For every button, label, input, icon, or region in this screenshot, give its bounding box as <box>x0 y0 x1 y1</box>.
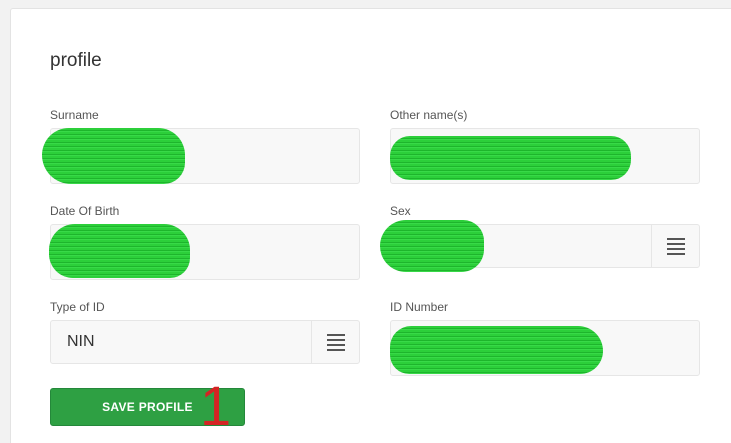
date-of-birth-redaction <box>49 224 190 278</box>
hamburger-menu-icon <box>326 334 345 351</box>
id-number-redaction <box>390 326 603 374</box>
sex-select-toggle[interactable] <box>651 225 699 267</box>
sex-redaction <box>380 220 484 272</box>
type-of-id-value: NIN <box>67 333 95 350</box>
annotation-number: 1 <box>200 374 232 437</box>
date-of-birth-label: Date Of Birth <box>50 204 120 218</box>
other-names-label: Other name(s) <box>390 108 468 122</box>
surname-redaction <box>42 128 185 184</box>
surname-label: Surname <box>50 108 99 122</box>
sex-label: Sex <box>390 204 411 218</box>
form-title: profile <box>50 50 102 71</box>
type-of-id-label: Type of ID <box>50 300 105 314</box>
hamburger-menu-icon <box>666 238 685 255</box>
type-of-id-select[interactable]: NIN <box>50 320 360 364</box>
type-of-id-select-toggle[interactable] <box>311 321 359 363</box>
id-number-label: ID Number <box>390 300 449 314</box>
page: profile Surname Other name(s) Date Of Bi… <box>0 0 731 443</box>
other-names-redaction <box>390 136 631 180</box>
